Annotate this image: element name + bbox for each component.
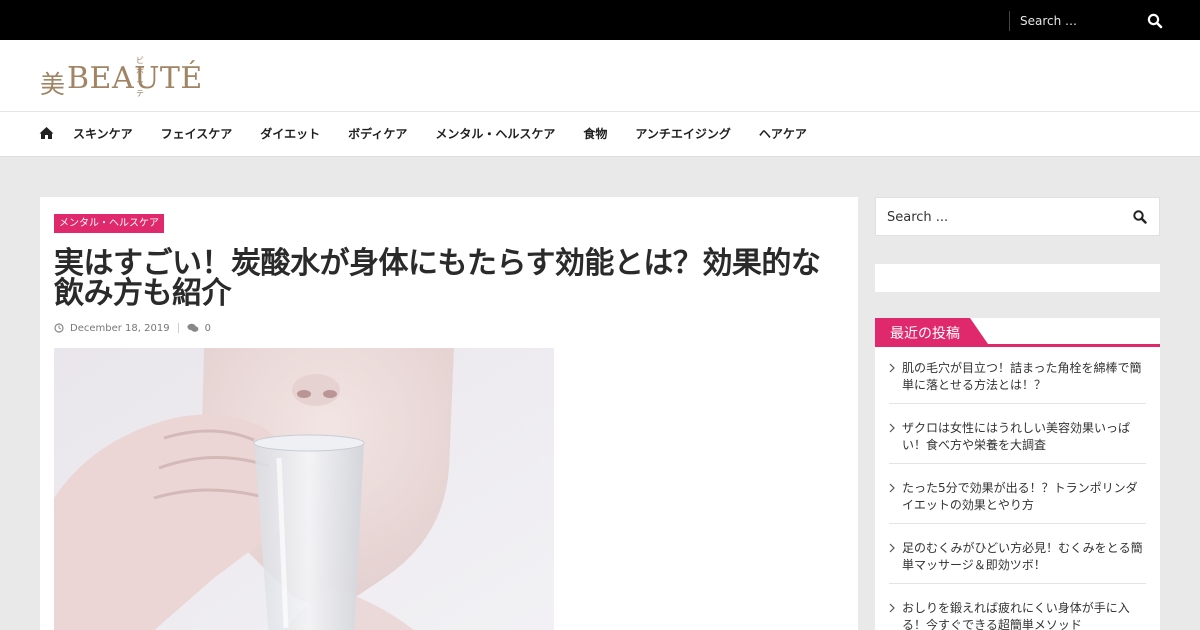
logo-ruby: ビボーテ <box>136 56 145 98</box>
recent-post-title[interactable]: 足のむくみがひどい方必見！むくみをとる簡単マッサージ＆即効ツボ！ <box>902 541 1143 572</box>
chevron-right-icon <box>889 543 895 553</box>
recent-post-item[interactable]: 肌の毛穴が目立つ！詰まった角栓を綿棒で簡単に落とせる方法とは！？ <box>889 356 1146 404</box>
nav-item-bodycare[interactable]: ボディケア <box>334 112 421 157</box>
logo-kanji: 美 <box>40 70 66 99</box>
nav-item-haircare[interactable]: ヘアケア <box>745 112 821 157</box>
woman-drinking-water-image <box>54 348 554 630</box>
top-search-form <box>1009 11 1170 31</box>
recent-post-item[interactable]: ザクロは女性にはうれしい美容効果いっぱい！食べ方や栄養を大調査 <box>889 416 1146 464</box>
search-icon[interactable] <box>1146 12 1164 30</box>
nav-item-mental-health[interactable]: メンタル・ヘルスケア <box>421 112 569 157</box>
main-nav: スキンケア フェイスケア ダイエット ボディケア メンタル・ヘルスケア 食物 ア… <box>0 112 1200 157</box>
logo-wordmark: BEAUTÉ <box>67 61 203 96</box>
site-header: 美 BEAUTÉ ビボーテ <box>0 40 1200 112</box>
sidebar-search-input[interactable] <box>887 208 1107 226</box>
widget-title: 最近の投稿 <box>890 326 960 342</box>
sidebar-search-form <box>875 197 1160 236</box>
clock-icon <box>54 323 64 333</box>
chevron-right-icon <box>889 363 895 373</box>
recent-post-title[interactable]: おしりを鍛えれば疲れにくい身体が手に入る！今すぐできる超簡単メソッド <box>902 601 1130 630</box>
recent-post-title[interactable]: ザクロは女性にはうれしい美容効果いっぱい！食べ方や栄養を大調査 <box>902 421 1130 452</box>
nav-item-antiaging[interactable]: アンチエイジング <box>621 112 745 157</box>
meta-divider <box>177 323 179 333</box>
category-badge[interactable]: メンタル・ヘルスケア <box>54 214 164 233</box>
article-date[interactable]: December 18, 2019 <box>70 323 170 334</box>
nav-menu: スキンケア フェイスケア ダイエット ボディケア メンタル・ヘルスケア 食物 ア… <box>59 112 821 157</box>
nav-item-diet[interactable]: ダイエット <box>246 112 334 157</box>
recent-post-title[interactable]: 肌の毛穴が目立つ！詰まった角栓を綿棒で簡単に落とせる方法とは！？ <box>902 361 1142 392</box>
article-title: 実はすごい！炭酸水が身体にもたらす効能とは？効果的な飲み方も紹介 <box>54 246 821 311</box>
article-card: メンタル・ヘルスケア 実はすごい！炭酸水が身体にもたらす効能とは？効果的な飲み方… <box>40 197 858 630</box>
comments-icon <box>186 323 198 332</box>
recent-post-item[interactable]: たった5分で効果が出る！？トランポリンダイエットの効果とやり方 <box>889 476 1146 524</box>
nav-item-food[interactable]: 食物 <box>569 112 621 157</box>
chevron-right-icon <box>889 483 895 493</box>
chevron-right-icon <box>889 423 895 433</box>
recent-post-item[interactable]: おしりを鍛えれば疲れにくい身体が手に入る！今すぐできる超簡単メソッド <box>889 596 1146 630</box>
search-icon[interactable] <box>1132 209 1148 225</box>
chevron-right-icon <box>889 603 895 613</box>
recent-post-item[interactable]: 足のむくみがひどい方必見！むくみをとる簡単マッサージ＆即効ツボ！ <box>889 536 1146 584</box>
widget-header: 最近の投稿 <box>875 318 1160 347</box>
nav-item-skincare[interactable]: スキンケア <box>59 112 147 157</box>
home-icon[interactable] <box>39 126 54 140</box>
recent-posts-widget: 最近の投稿 肌の毛穴が目立つ！詰まった角栓を綿棒で簡単に落とせる方法とは！？ ザ… <box>875 318 1160 630</box>
sidebar-empty-widget <box>875 264 1160 292</box>
nav-item-facecare[interactable]: フェイスケア <box>147 112 247 157</box>
recent-posts-list: 肌の毛穴が目立つ！詰まった角栓を綿棒で簡単に落とせる方法とは！？ ザクロは女性に… <box>889 356 1146 630</box>
top-bar <box>0 0 1200 40</box>
top-search-input[interactable] <box>1020 13 1140 29</box>
article-meta: December 18, 2019 0 <box>54 321 211 335</box>
comment-count[interactable]: 0 <box>205 323 211 334</box>
featured-image[interactable] <box>54 348 554 630</box>
recent-post-title[interactable]: たった5分で効果が出る！？トランポリンダイエットの効果とやり方 <box>902 481 1138 512</box>
